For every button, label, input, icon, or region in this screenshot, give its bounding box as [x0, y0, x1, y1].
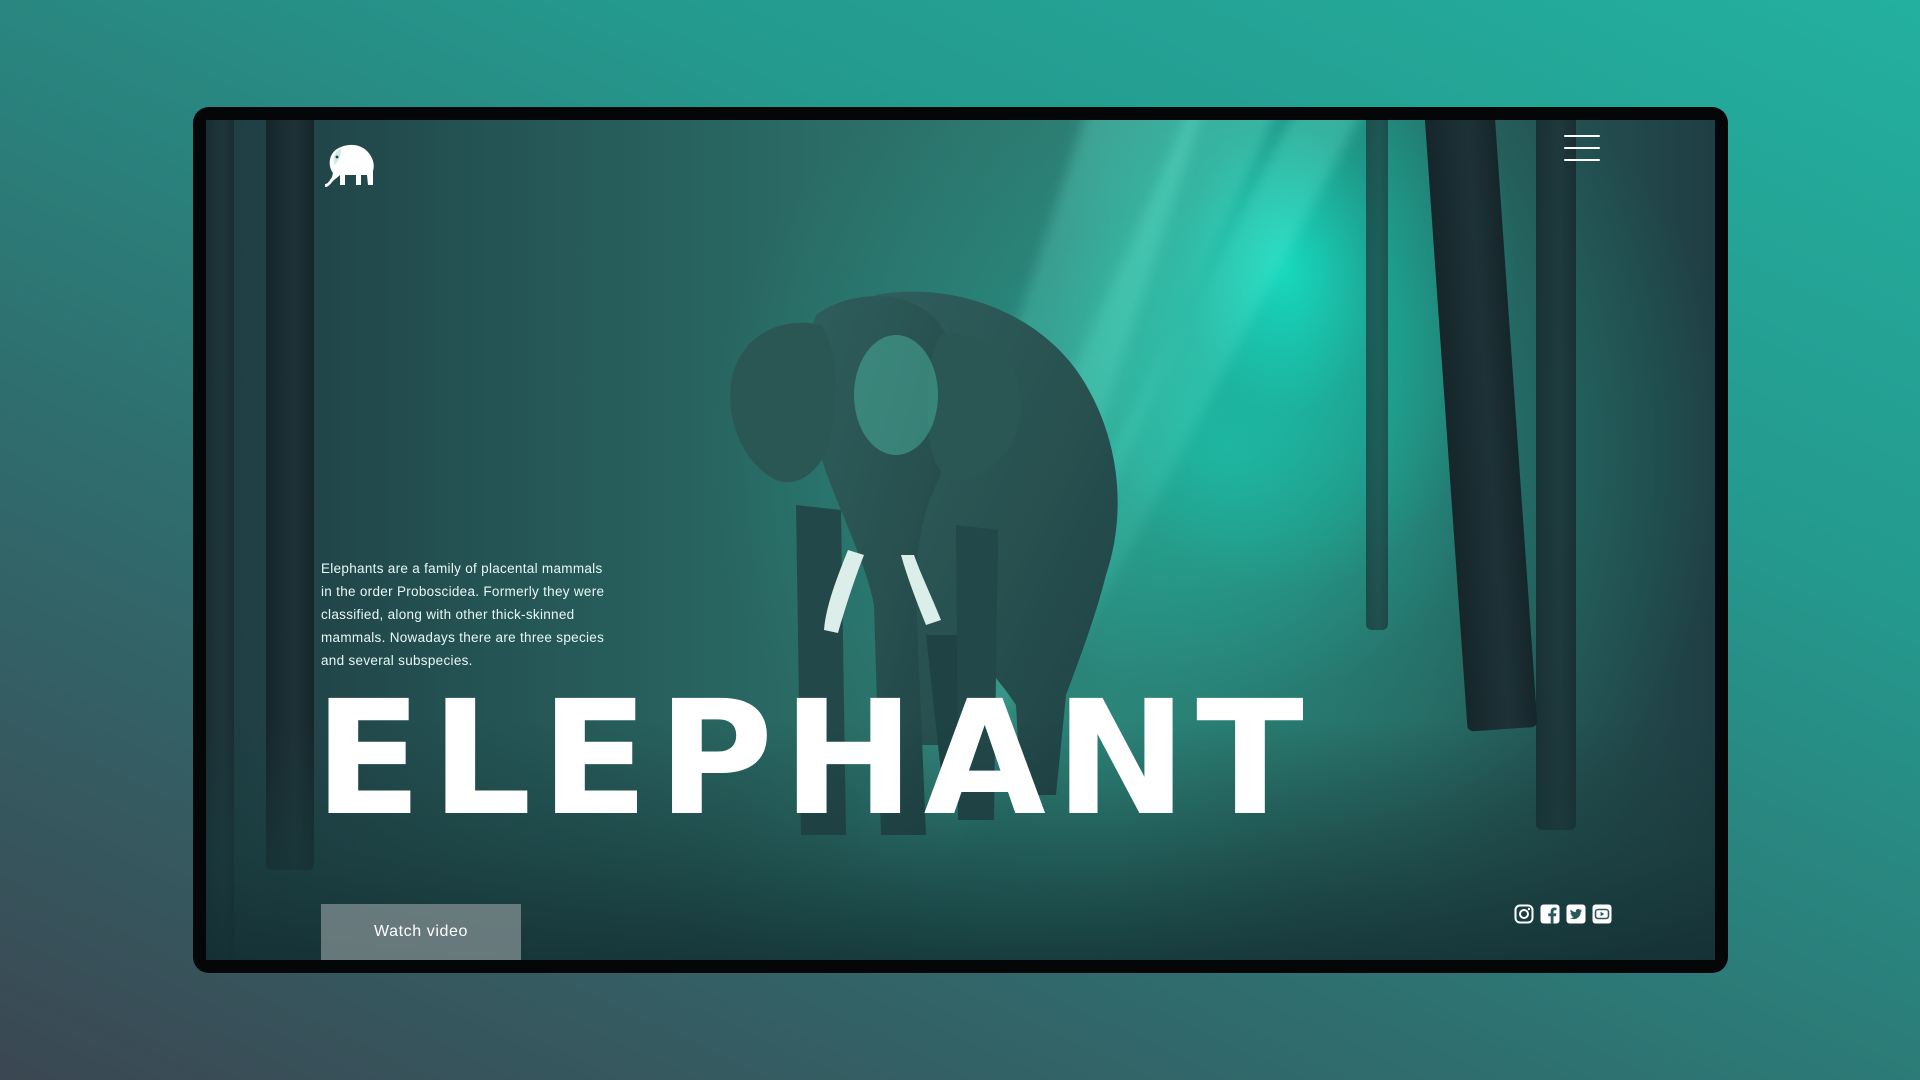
description-line: Elephants are a family of placental mamm…: [321, 561, 603, 576]
description-line: in the order Proboscidea. Formerly they …: [321, 584, 605, 599]
device-frame: Elephants are a family of placental mamm…: [193, 107, 1728, 973]
hamburger-menu-icon: [1564, 147, 1600, 149]
hero-section: Elephants are a family of placental mamm…: [206, 120, 1715, 960]
elephant-logo-icon[interactable]: [321, 143, 379, 189]
watch-video-button[interactable]: Watch video: [321, 904, 521, 960]
twitter-icon[interactable]: [1566, 904, 1586, 924]
hamburger-menu-icon: [1564, 135, 1600, 137]
description-line: classified, along with other thick-skinn…: [321, 607, 575, 622]
hamburger-menu-icon: [1564, 159, 1600, 161]
forest-tree: [1366, 120, 1388, 630]
instagram-icon[interactable]: [1514, 904, 1534, 924]
forest-tree: [1424, 120, 1538, 732]
hero-title: ELEPHANT: [314, 667, 1313, 851]
menu-button[interactable]: [1564, 135, 1600, 161]
facebook-icon[interactable]: [1540, 904, 1560, 924]
hero-description: Elephants are a family of placental mamm…: [321, 557, 651, 672]
description-line: mammals. Nowadays there are three specie…: [321, 630, 605, 645]
social-links: [1514, 904, 1612, 924]
youtube-icon[interactable]: [1592, 904, 1612, 924]
